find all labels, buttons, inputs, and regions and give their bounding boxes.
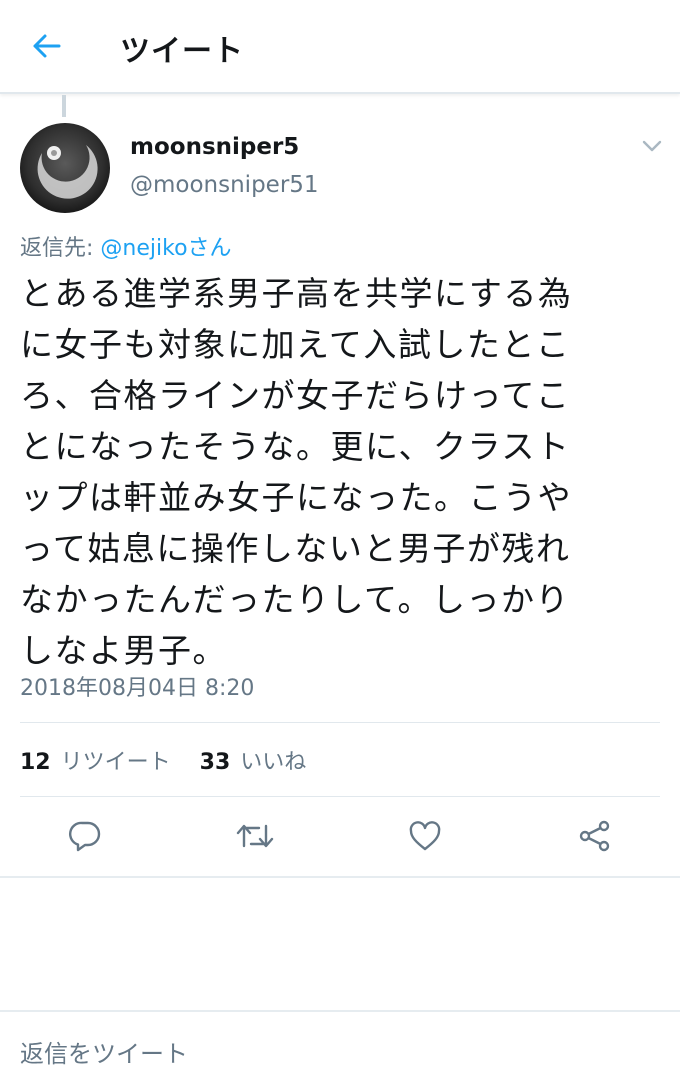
engagement-stats: 12 リツイート 33 いいね: [20, 744, 328, 776]
share-icon[interactable]: [573, 816, 617, 856]
timestamp[interactable]: 2018年08月04日 8:20: [20, 670, 254, 702]
retweet-count-number: 12: [20, 750, 51, 775]
avatar[interactable]: [20, 123, 110, 213]
tweet-text: とある進学系男子高を共学にする為 に女子も対象に加えて入試したとこ ろ、合格ライ…: [20, 274, 573, 670]
divider: [20, 722, 660, 723]
retweet-count[interactable]: 12 リツイート: [20, 744, 171, 776]
reply-to-line: 返信先: @nejikoさん: [20, 230, 232, 262]
section-divider: [0, 876, 680, 878]
like-icon[interactable]: [403, 816, 447, 856]
like-count-label: いいね: [240, 750, 307, 775]
section-divider: [0, 1010, 680, 1012]
like-count-number: 33: [199, 750, 231, 775]
page-title: ツイート: [120, 34, 244, 69]
user-handle[interactable]: @moonsniper51: [130, 172, 319, 198]
reply-input[interactable]: 返信をツイート: [20, 1034, 188, 1069]
top-bar: ツイート: [0, 0, 680, 94]
thread-connector: [62, 95, 66, 117]
reply-to-label: 返信先:: [20, 236, 94, 261]
back-arrow-icon[interactable]: [26, 28, 66, 64]
retweet-icon[interactable]: [233, 816, 277, 856]
retweet-count-label: リツイート: [60, 750, 171, 775]
chevron-down-icon[interactable]: [638, 134, 666, 158]
display-name[interactable]: moonsniper5: [130, 134, 299, 160]
like-count[interactable]: 33 いいね: [200, 744, 307, 776]
reply-icon[interactable]: [63, 816, 107, 856]
divider: [20, 796, 660, 797]
reply-to-user-link[interactable]: @nejikoさん: [100, 236, 231, 261]
